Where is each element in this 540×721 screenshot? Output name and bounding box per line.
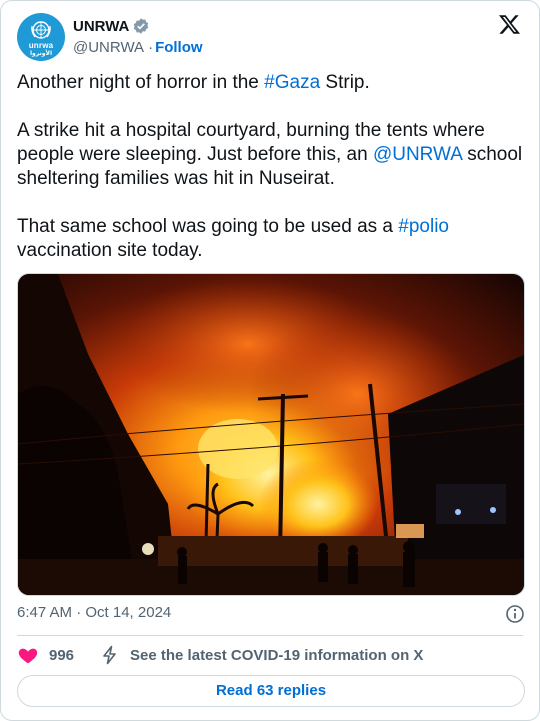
mention-unrwa-link[interactable]: @UNRWA xyxy=(373,144,462,165)
tweet-meta: 6:47 AM · Oct 14, 2024 xyxy=(17,604,525,624)
tweet-timestamp[interactable]: 6:47 AM · Oct 14, 2024 xyxy=(17,604,171,621)
lightning-bolt-icon xyxy=(103,645,116,665)
avatar[interactable]: unrwa الأونروا xyxy=(17,13,65,61)
read-replies-button[interactable]: Read 63 replies xyxy=(17,675,525,707)
tweet-header: unrwa الأونروا UNRWA @UNRWA · Follow xyxy=(17,13,523,61)
hashtag-gaza-link[interactable]: #Gaza xyxy=(264,72,320,93)
tweet-text-segment: vaccination site today. xyxy=(17,240,203,261)
tweet-paragraph: That same school was going to be used as… xyxy=(17,215,525,263)
hashtag-polio-link[interactable]: #polio xyxy=(398,216,449,237)
avatar-logo-text: unrwa xyxy=(28,41,54,50)
heart-icon[interactable] xyxy=(17,644,39,666)
fire-scene-image xyxy=(18,274,524,595)
tweet-actions: 996 See the latest COVID-19 information … xyxy=(17,643,525,667)
un-emblem-icon xyxy=(31,21,51,39)
tweet-text-segment: Strip. xyxy=(320,72,370,93)
tweet-text-segment: That same school was going to be used as… xyxy=(17,216,399,237)
follow-button[interactable]: Follow xyxy=(155,39,203,56)
covid-info-link[interactable]: See the latest COVID-19 information on X xyxy=(130,647,423,664)
tweet-photo[interactable] xyxy=(17,273,525,596)
divider xyxy=(17,635,523,636)
info-icon[interactable] xyxy=(505,604,525,624)
tweet-card: unrwa الأونروا UNRWA @UNRWA · Follow Ano… xyxy=(0,0,540,721)
tweet-text-segment: Another night of horror in the xyxy=(17,72,265,93)
author-handle-row: @UNRWA · Follow xyxy=(73,37,203,57)
handle-separator: · xyxy=(148,38,154,56)
author-handle[interactable]: @UNRWA xyxy=(73,39,144,56)
tweet-paragraph: A strike hit a hospital courtyard, burni… xyxy=(17,119,525,191)
author-name[interactable]: UNRWA xyxy=(73,18,129,35)
verified-badge-icon xyxy=(134,18,149,34)
x-logo-icon[interactable] xyxy=(498,13,521,36)
tweet-paragraph: Another night of horror in the #Gaza Str… xyxy=(17,71,525,95)
like-count[interactable]: 996 xyxy=(49,647,74,664)
tweet-text: Another night of horror in the #Gaza Str… xyxy=(17,71,525,287)
author-name-row: UNRWA xyxy=(73,16,150,36)
avatar-logo-arabic: الأونروا xyxy=(29,51,53,57)
